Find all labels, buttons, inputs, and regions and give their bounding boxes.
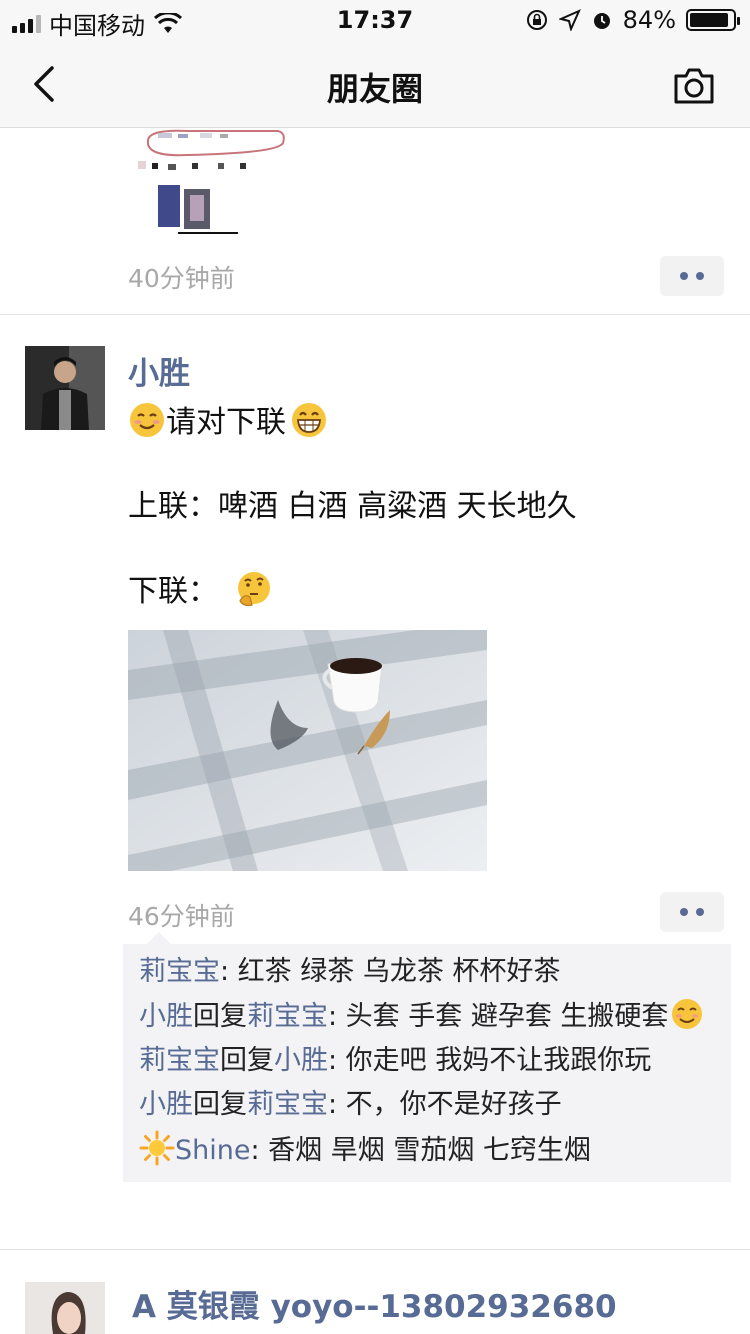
post-line-1: 请对下联 xyxy=(128,401,728,444)
post-line-1-text: 请对下联 xyxy=(166,405,286,440)
divider xyxy=(0,1249,750,1250)
blush-smile-emoji-icon xyxy=(130,403,164,437)
status-bar: 中国移动 17:37 84% xyxy=(0,0,750,40)
sun-emoji-icon xyxy=(139,1130,175,1166)
dot-icon xyxy=(696,272,704,280)
comment-user[interactable]: 小胜 xyxy=(139,1089,193,1120)
comment-item[interactable]: 莉宝宝: 红茶 绿茶 乌龙茶 杯杯好茶 xyxy=(139,953,715,991)
grin-emoji-icon xyxy=(292,403,326,437)
comment-text: : 头套 手套 避孕套 生搬硬套 xyxy=(328,1001,669,1032)
reply-word: 回复 xyxy=(220,1045,274,1076)
comment-item[interactable]: 莉宝宝回复小胜: 你走吧 我妈不让我跟你玩 xyxy=(139,1042,715,1080)
reply-word: 回复 xyxy=(193,1089,247,1120)
nav-bar: 朋友圈 xyxy=(0,40,750,128)
comment-user[interactable]: 莉宝宝 xyxy=(139,956,220,987)
divider xyxy=(0,314,750,315)
orientation-lock-icon xyxy=(526,10,547,30)
comment-item[interactable]: Shine: 香烟 旱烟 雪茄烟 七窍生烟 xyxy=(139,1130,715,1170)
dot-icon xyxy=(696,908,704,916)
post-line-2: 上联：啤酒 白酒 高粱酒 天长地久 xyxy=(128,489,577,524)
reply-target-user[interactable]: 莉宝宝 xyxy=(247,1001,328,1032)
avatar[interactable] xyxy=(25,1282,105,1334)
author-name[interactable]: 小胜 xyxy=(128,348,190,393)
comment-text: : 你走吧 我妈不让我跟你玩 xyxy=(328,1045,652,1076)
reply-word: 回复 xyxy=(193,1001,247,1032)
comment-item[interactable]: 小胜回复莉宝宝: 头套 手套 避孕套 生搬硬套 xyxy=(139,997,715,1036)
post-image-thumbnail[interactable] xyxy=(128,129,288,239)
status-right-group: 84% xyxy=(525,6,740,34)
page-title: 朋友圈 xyxy=(326,70,423,108)
camera-icon[interactable] xyxy=(672,66,716,106)
battery-percent: 84% xyxy=(622,6,676,34)
dot-icon xyxy=(680,908,688,916)
comment-text: : 香烟 旱烟 雪茄烟 七窍生烟 xyxy=(250,1135,591,1166)
post-time: 46分钟前 xyxy=(128,902,235,931)
dot-icon xyxy=(680,272,688,280)
comment-text: : 红茶 绿茶 乌龙茶 杯杯好茶 xyxy=(220,956,561,987)
more-actions-button[interactable] xyxy=(660,892,724,932)
comment-user[interactable]: Shine xyxy=(175,1135,250,1166)
post-time: 40分钟前 xyxy=(128,264,235,293)
battery-icon xyxy=(686,9,740,31)
thinking-emoji-icon xyxy=(237,572,270,607)
post-line-3-text: 下联： xyxy=(128,574,218,609)
avatar[interactable] xyxy=(25,346,105,430)
more-actions-button[interactable] xyxy=(660,256,724,296)
comment-item[interactable]: 小胜回复莉宝宝: 不，你不是好孩子 xyxy=(139,1086,715,1124)
author-name[interactable]: A 莫银霞 yoyo--13802932680 xyxy=(132,1281,617,1326)
comment-user[interactable]: 小胜 xyxy=(139,1001,193,1032)
comment-text: : 不，你不是好孩子 xyxy=(328,1089,562,1120)
location-icon xyxy=(558,9,581,31)
post-image[interactable] xyxy=(128,630,487,871)
post-line-3: 下联： xyxy=(128,569,728,613)
smirk-emoji-icon xyxy=(672,999,703,1029)
comments-panel: 莉宝宝: 红茶 绿茶 乌龙茶 杯杯好茶 小胜回复莉宝宝: 头套 手套 避孕套 生… xyxy=(123,932,731,1182)
alarm-icon xyxy=(593,13,610,29)
comment-user[interactable]: 莉宝宝 xyxy=(139,1045,220,1076)
reply-target-user[interactable]: 小胜 xyxy=(274,1045,328,1076)
reply-target-user[interactable]: 莉宝宝 xyxy=(247,1089,328,1120)
